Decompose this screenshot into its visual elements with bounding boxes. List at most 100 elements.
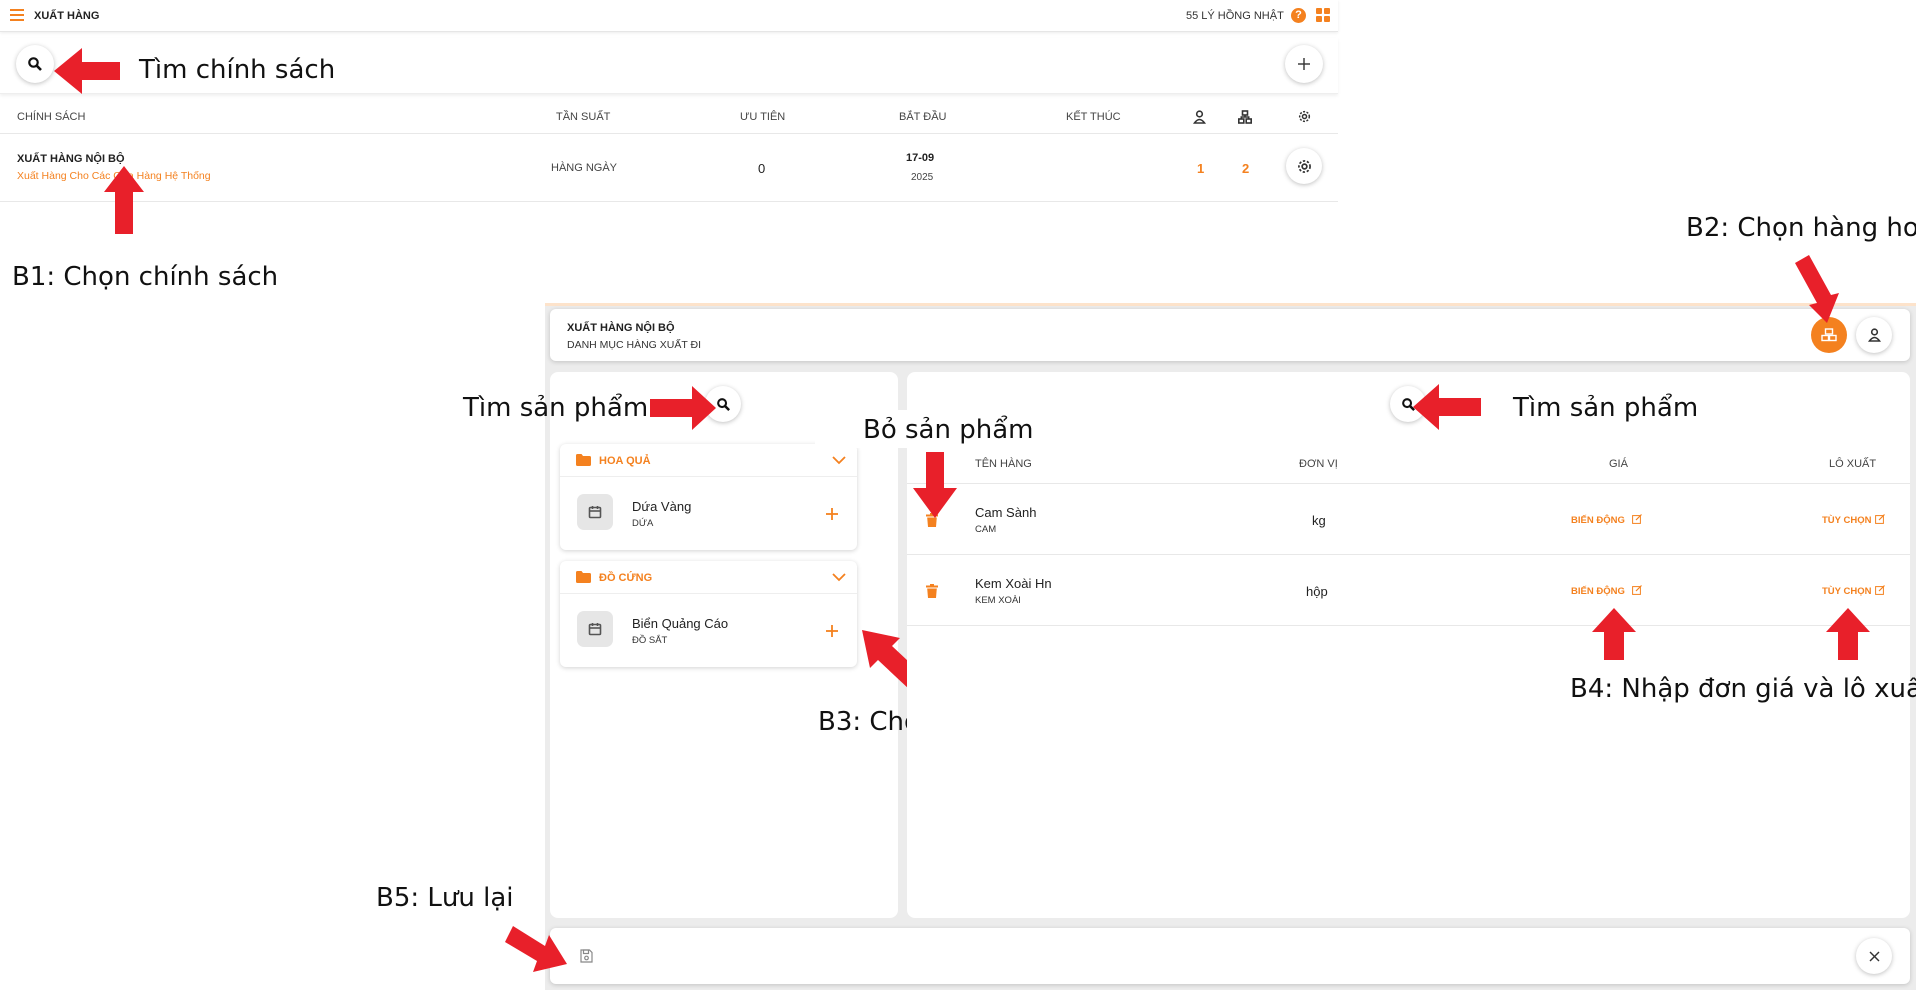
policy-name[interactable]: XUẤT HÀNG NỘI BỘ [17,153,125,165]
policy-start-day: 17-09 [906,152,935,164]
product-name: Dứa Vàng [632,499,692,514]
gear-icon [1298,110,1311,123]
item-sub: KEM XOÀI [975,595,1021,606]
item-unit: kg [1312,513,1326,528]
grid-icon[interactable] [1316,8,1330,22]
policy-count-a[interactable]: 1 [1197,161,1204,176]
calendar-icon [588,623,602,636]
panel-footer [550,928,1910,984]
product-sub: DỨA [632,518,654,529]
top-bar: XUẤT HÀNG 55 LÝ HỒNG NHẬT ? [0,0,1338,32]
chevron-down-icon[interactable] [832,456,846,465]
select-stores-button[interactable] [1856,317,1892,353]
header-price: GIÁ [1609,458,1628,470]
arrow-annotation [650,386,716,430]
arrow-annotation [1413,384,1481,430]
product-thumbnail [577,494,613,530]
header-lot: LÔ XUẤT [1829,458,1877,470]
header-start: BẮT ĐẦU [899,111,947,123]
trash-icon[interactable] [926,584,938,598]
arrow-annotation [54,48,120,94]
item-name: Cam Sành [975,505,1037,520]
store-name[interactable]: 55 LÝ HỒNG NHẬT [1186,10,1284,22]
close-icon [1869,951,1879,961]
folder-icon [576,454,591,466]
policy-frequency: HÀNG NGÀY [551,162,618,174]
category-card-do-cung: ĐỒ CỨNG Biển Quảng Cáo ĐỒ SẮT [560,561,857,667]
save-icon[interactable] [580,949,593,963]
hierarchy-icon [1238,110,1252,124]
product-thumbnail [577,611,613,647]
person-icon [1867,328,1881,342]
annotation-b5: B5: Lưu lại [376,883,514,913]
item-lot-link[interactable]: TÙY CHỌN [1822,515,1871,526]
header-frequency: TẦN SUẤT [556,111,611,123]
category-name: ĐỒ CỨNG [599,572,653,584]
arrow-annotation [1826,608,1870,660]
policy-priority: 0 [758,161,766,176]
header-priority: ƯU TIÊN [740,111,786,123]
annotation-search-right: Tìm sản phẩm [1513,393,1699,423]
folder-icon [576,571,591,583]
gear-icon [1297,159,1311,173]
panel-title: XUẤT HÀNG NỘI BỘ [567,322,675,334]
policy-settings-button[interactable] [1286,148,1322,184]
header-unit: ĐƠN VỊ [1299,458,1338,470]
arrow-annotation [1795,255,1839,323]
search-icon [28,57,42,71]
policy-start-year: 2025 [911,172,934,183]
category-name: HOA QUẢ [599,455,651,467]
app-title: XUẤT HÀNG [34,10,100,22]
policy-row[interactable]: XUẤT HÀNG NỘI BỘ Xuất Hàng Cho Các Cửa H… [0,134,1338,202]
panel-subtitle: DANH MỤC HÀNG XUẤT ĐI [567,339,701,351]
annotation-remove: Bỏ sản phẩm [863,415,1034,445]
product-sub: ĐỒ SẮT [632,635,668,646]
add-product-icon[interactable] [825,624,839,638]
items-table-header: TÊN HÀNG ĐƠN VỊ GIÁ LÔ XUẤT [907,446,1910,484]
add-product-icon[interactable] [825,507,839,521]
category-card-hoa-qua: HOA QUẢ Dứa Vàng DỨA [560,444,857,550]
question-icon[interactable]: ? [1291,8,1306,23]
item-price-link[interactable]: BIẾN ĐỘNG [1571,515,1625,526]
catalog-product-item[interactable]: Dứa Vàng DỨA [560,477,857,550]
table-row: Cam Sành CAM kg BIẾN ĐỘNG TÙY CHỌN [907,484,1910,555]
calendar-icon [588,506,602,519]
category-header[interactable]: HOA QUẢ [560,444,857,477]
annotation-search-policy: Tìm chính sách [139,55,336,85]
arrow-annotation [913,452,957,518]
arrow-annotation [1592,608,1636,660]
arrow-annotation [104,166,144,234]
close-button[interactable] [1856,938,1892,974]
annotation-b4: B4: Nhập đơn giá và lô xuất [1570,674,1916,704]
arrow-annotation [505,926,567,972]
item-sub: CAM [975,524,997,535]
annotation-search-left: Tìm sản phẩm [463,393,649,423]
edit-icon[interactable] [1875,585,1885,595]
item-price-link[interactable]: BIẾN ĐỘNG [1571,586,1625,597]
catalog-product-item[interactable]: Biển Quảng Cáo ĐỒ SẮT [560,594,857,667]
policy-count-b[interactable]: 2 [1242,161,1249,176]
add-policy-button[interactable] [1285,45,1323,83]
person-icon [1193,110,1206,124]
policy-table-header: CHÍNH SÁCH TẦN SUẤT ƯU TIÊN BẮT ĐẦU KẾT … [0,100,1338,134]
policy-search-button[interactable] [16,45,54,83]
item-lot-link[interactable]: TÙY CHỌN [1822,586,1871,597]
edit-icon[interactable] [1632,585,1642,595]
chevron-down-icon[interactable] [832,573,846,582]
annotation-b1: B1: Chọn chính sách [12,262,279,292]
header-policy: CHÍNH SÁCH [17,111,86,123]
product-name: Biển Quảng Cáo [632,616,729,631]
table-row: Kem Xoài Hn KEM XOÀI hộp BIẾN ĐỘNG TÙY C… [907,555,1910,626]
item-name: Kem Xoài Hn [975,576,1052,591]
hamburger-icon[interactable] [10,9,24,21]
panel-header: XUẤT HÀNG NỘI BỘ DANH MỤC HÀNG XUẤT ĐI [550,309,1910,361]
header-item-name: TÊN HÀNG [975,458,1032,470]
category-header[interactable]: ĐỒ CỨNG [560,561,857,594]
plus-icon [1298,58,1310,70]
annotation-b2: B2: Chọn hàng hoá [1686,213,1916,243]
edit-icon[interactable] [1632,514,1642,524]
header-end: KẾT THÚC [1066,111,1121,123]
edit-icon[interactable] [1875,514,1885,524]
search-icon [716,397,730,411]
item-unit: hộp [1306,584,1328,599]
